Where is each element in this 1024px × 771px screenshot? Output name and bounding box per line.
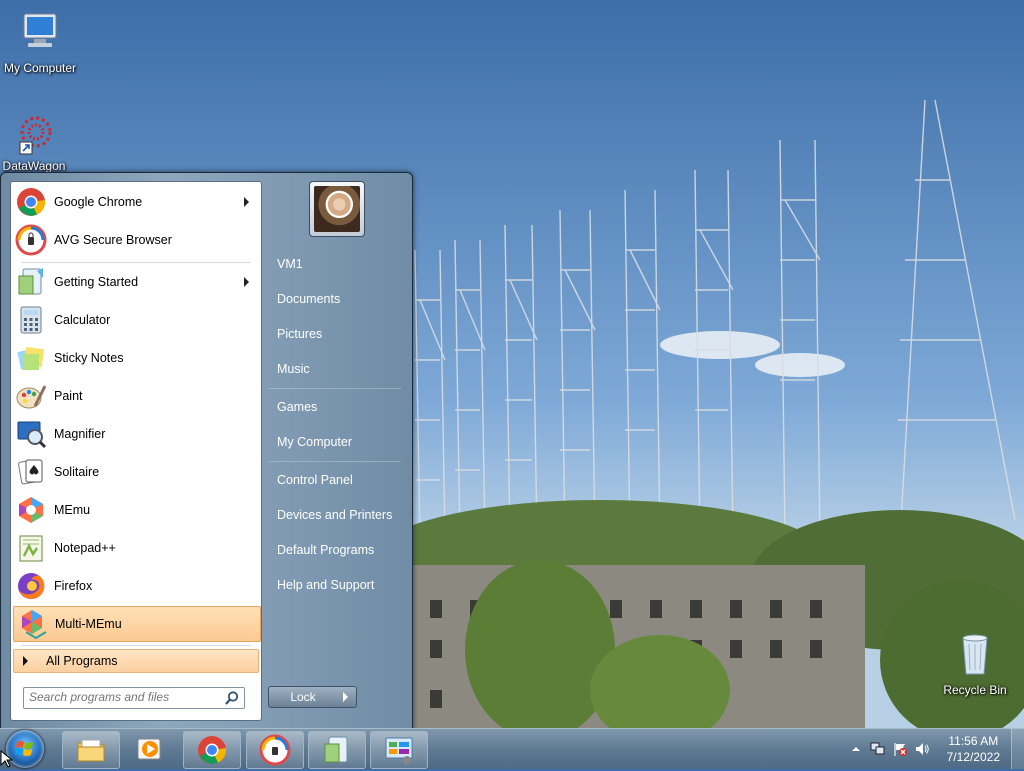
start-menu-programs-pane: Google Chrome AVG Secure Browser Getting…: [10, 181, 262, 721]
all-programs-button[interactable]: All Programs: [13, 649, 259, 673]
getting-started-icon: [18, 268, 43, 295]
start-item-calculator[interactable]: Calculator: [13, 302, 259, 338]
expand-arrow-icon: [23, 656, 28, 666]
notepadpp-icon: [19, 535, 43, 562]
search-programs-box[interactable]: [23, 687, 245, 709]
network-icon[interactable]: [870, 741, 886, 757]
memu-icon: [19, 497, 43, 523]
taskbar-media-player[interactable]: [122, 731, 178, 767]
datawagon-icon: [19, 116, 52, 155]
start-menu-divider: [21, 262, 251, 263]
start-item-google-chrome[interactable]: Google Chrome: [13, 184, 259, 220]
taskbar-file-explorer[interactable]: [62, 731, 120, 769]
clock-date: 7/12/2022: [946, 750, 1000, 764]
taskbar-google-chrome[interactable]: [183, 731, 241, 769]
search-icon[interactable]: [224, 690, 240, 706]
taskbar-clock[interactable]: 11:56 AM 7/12/2022: [947, 733, 1000, 765]
start-item-paint[interactable]: Paint: [13, 378, 259, 414]
paint-icon: [16, 385, 47, 409]
start-item-magnifier[interactable]: Magnifier: [13, 416, 259, 452]
lock-button[interactable]: Lock: [268, 686, 338, 708]
avatar-photo: [314, 186, 360, 232]
start-menu: Google Chrome AVG Secure Browser Getting…: [0, 172, 413, 730]
media-player-icon: [137, 738, 161, 760]
computer-icon: [23, 13, 57, 47]
action-center-flag-icon[interactable]: [892, 741, 908, 757]
chrome-icon: [17, 188, 46, 216]
right-item-pictures[interactable]: Pictures: [267, 319, 402, 349]
right-item-control-panel[interactable]: Control Panel: [267, 465, 402, 495]
start-item-multi-memu[interactable]: Multi-MEmu: [13, 606, 261, 642]
taskbar-getting-started[interactable]: [308, 731, 366, 769]
power-options-arrow-button[interactable]: [336, 686, 357, 708]
show-desktop-button[interactable]: [1011, 729, 1024, 769]
system-tray: 11:56 AM 7/12/2022: [834, 729, 1024, 769]
desktop-icon-datawagon[interactable]: DataWagon: [0, 108, 74, 173]
submenu-arrow-icon[interactable]: [244, 277, 249, 287]
start-item-memu[interactable]: MEmu: [13, 492, 259, 528]
start-item-solitaire[interactable]: Solitaire: [13, 454, 259, 490]
right-item-documents[interactable]: Documents: [267, 284, 402, 314]
multi-memu-icon: [22, 610, 47, 640]
chevron-right-icon: [343, 692, 348, 702]
submenu-arrow-icon[interactable]: [244, 197, 249, 207]
show-hidden-icons-arrow-icon[interactable]: [848, 741, 864, 757]
right-pane-separator: [269, 388, 401, 389]
taskbar: 11:56 AM 7/12/2022: [0, 728, 1024, 769]
start-item-sticky-notes[interactable]: Sticky Notes: [13, 340, 259, 376]
right-item-default-programs[interactable]: Default Programs: [267, 535, 402, 565]
chrome-icon: [198, 736, 227, 764]
desktop-icon-my-computer[interactable]: My Computer: [0, 8, 80, 75]
getting-started-icon: [324, 736, 348, 763]
volume-icon[interactable]: [914, 741, 930, 757]
mouse-cursor-icon: [0, 750, 14, 768]
start-item-firefox[interactable]: Firefox: [13, 568, 259, 604]
right-item-help-and-support[interactable]: Help and Support: [267, 570, 402, 600]
clock-time: 11:56 AM: [948, 734, 999, 748]
sticky-notes-icon: [17, 346, 45, 370]
right-pane-separator: [269, 461, 401, 462]
desktop-icon-recycle-bin[interactable]: Recycle Bin: [935, 630, 1015, 697]
file-explorer-icon: [77, 739, 105, 762]
user-avatar[interactable]: [309, 181, 365, 237]
right-item-devices-and-printers[interactable]: Devices and Printers: [267, 500, 402, 530]
firefox-icon: [18, 572, 45, 599]
recycle-bin-icon: [962, 634, 988, 675]
start-item-getting-started[interactable]: Getting Started: [13, 264, 259, 300]
avg-browser-icon: [15, 224, 47, 256]
search-input[interactable]: [24, 688, 219, 706]
right-item-music[interactable]: Music: [267, 354, 402, 384]
start-item-avg-secure-browser[interactable]: AVG Secure Browser: [13, 222, 259, 258]
right-item-vm1[interactable]: VM1: [267, 249, 402, 279]
calculator-icon: [20, 306, 42, 334]
right-item-games[interactable]: Games: [267, 392, 402, 422]
taskbar-control-panel[interactable]: [370, 731, 428, 769]
solitaire-icon: [18, 459, 43, 485]
control-panel-icon: [385, 737, 413, 764]
start-item-notepad-plus-plus[interactable]: Notepad++: [13, 530, 259, 566]
taskbar-avg-secure-browser[interactable]: [246, 731, 304, 769]
right-item-my-computer[interactable]: My Computer: [267, 427, 402, 457]
avg-browser-icon: [259, 734, 291, 766]
magnifier-icon: [17, 421, 47, 449]
start-menu-divider: [21, 645, 251, 646]
